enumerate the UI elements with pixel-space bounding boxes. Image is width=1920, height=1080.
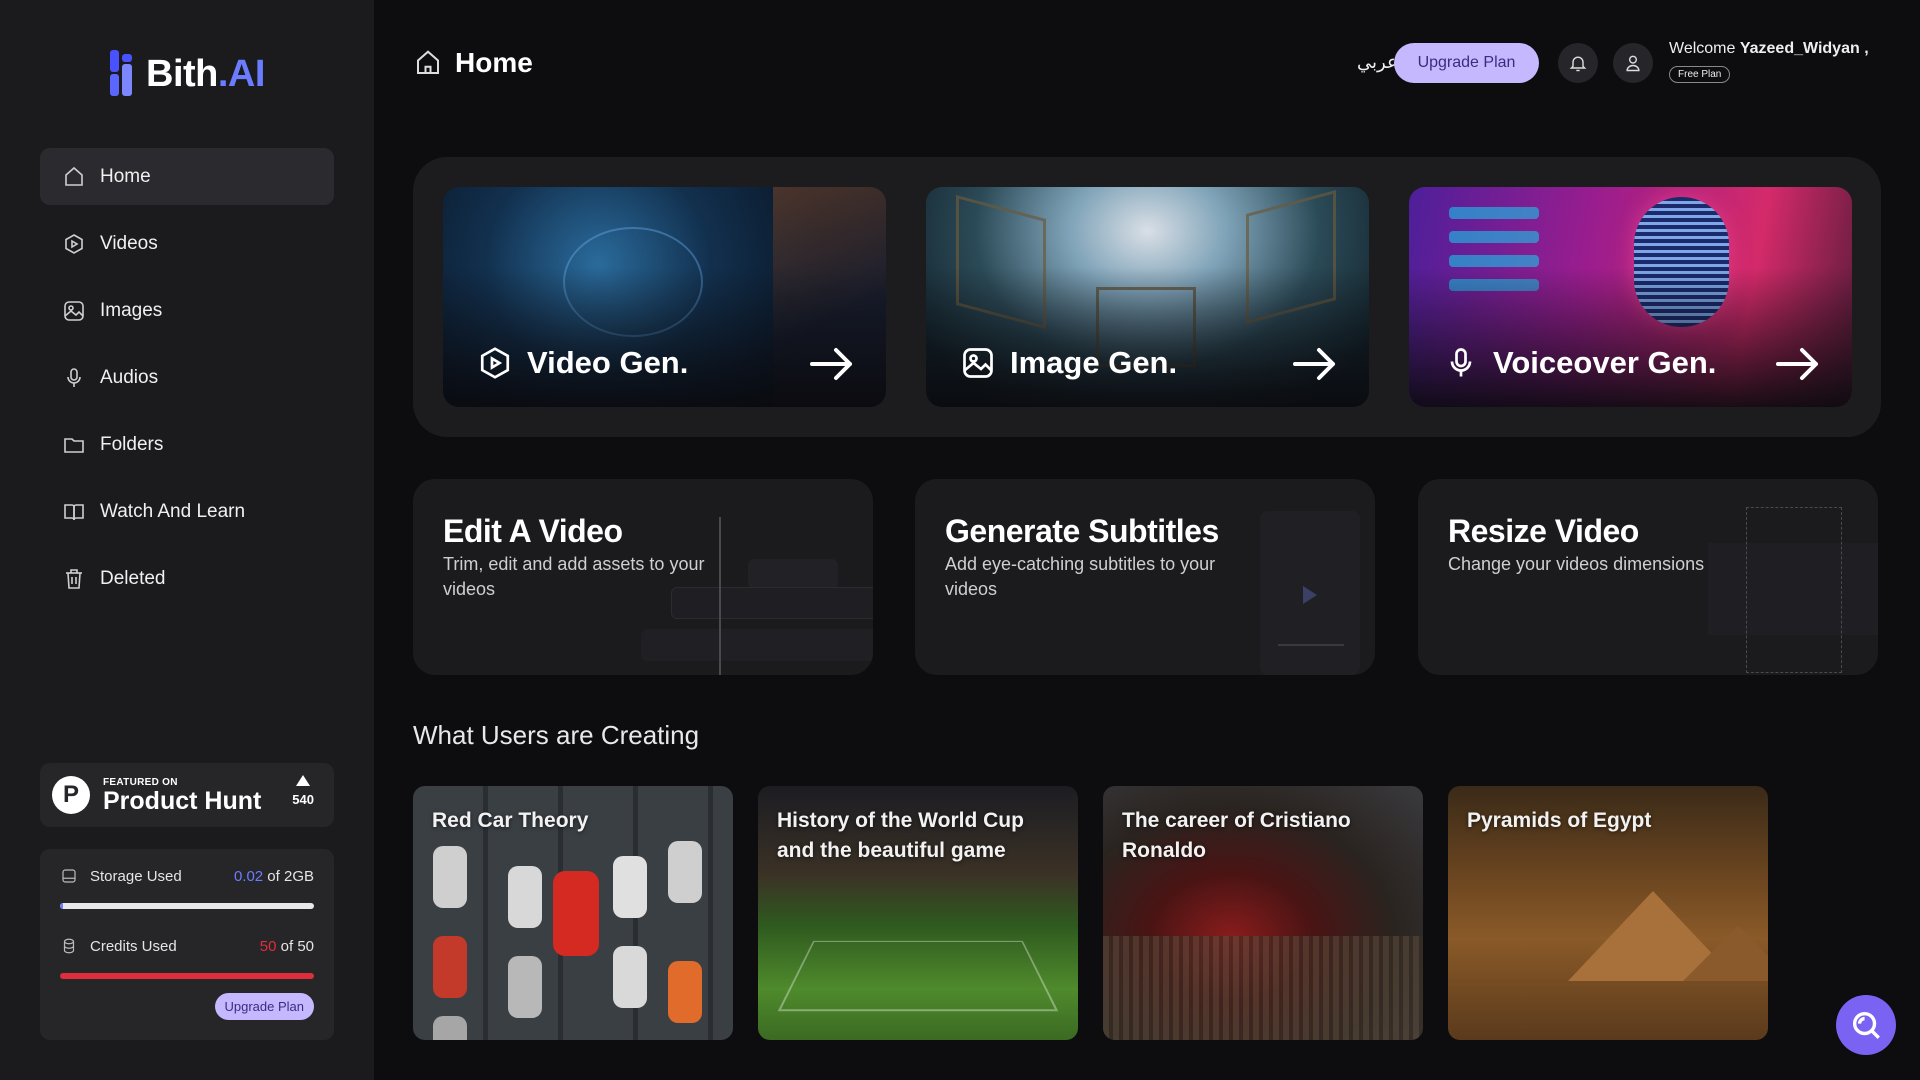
storage-icon bbox=[62, 869, 76, 883]
language-toggle[interactable]: عربي bbox=[1357, 52, 1398, 73]
play-circle-icon bbox=[480, 347, 510, 379]
video-icon bbox=[65, 233, 83, 254]
resize-video-desc: Change your videos dimensions bbox=[1448, 554, 1705, 574]
storage-progress-fill bbox=[60, 903, 63, 909]
sidebar-item-label: Videos bbox=[100, 232, 158, 254]
voiceover-gen-label: Voiceover Gen. bbox=[1443, 345, 1716, 381]
credits-row: Credits Used 50 of 50 bbox=[60, 937, 314, 955]
book-icon bbox=[64, 503, 84, 520]
coins-icon bbox=[63, 938, 75, 954]
profile-button[interactable] bbox=[1613, 43, 1653, 83]
credits-progress-bar bbox=[60, 973, 314, 979]
credits-value: 50 of 50 bbox=[259, 937, 314, 955]
creation-title: Pyramids of Egypt bbox=[1467, 809, 1652, 832]
trash-icon bbox=[66, 568, 82, 589]
arrow-right-icon bbox=[810, 348, 852, 380]
page-title-text: Home bbox=[455, 47, 533, 78]
sidebar-item-label: Watch And Learn bbox=[100, 500, 246, 522]
image-icon bbox=[64, 300, 84, 321]
plan-badge: Free Plan bbox=[1669, 66, 1731, 83]
generate-subtitles-title: Generate Subtitles bbox=[945, 513, 1219, 549]
video-gen-card[interactable]: Video Gen. bbox=[443, 187, 886, 407]
notifications-button[interactable] bbox=[1558, 43, 1598, 83]
folder-icon bbox=[64, 437, 84, 453]
resize-video-title: Resize Video bbox=[1448, 513, 1639, 549]
edit-video-desc: Trim, edit and add assets to your videos bbox=[443, 554, 705, 599]
creation-title: The career of Cristiano Ronaldo bbox=[1122, 809, 1351, 862]
creation-title: Red Car Theory bbox=[432, 809, 589, 832]
timeline-decoration bbox=[748, 559, 838, 589]
generation-panel: Video Gen. Image Gen. Voiceover Gen. bbox=[413, 157, 1881, 437]
credits-progress-fill bbox=[60, 973, 314, 979]
creation-card[interactable]: Pyramids of Egypt bbox=[1448, 786, 1768, 1040]
resize-video-card[interactable]: Resize Video Change your videos dimensio… bbox=[1418, 479, 1878, 675]
generate-subtitles-desc: Add eye-catching subtitles to your video… bbox=[945, 554, 1216, 599]
storage-row: Storage Used 0.02 of 2GB bbox=[60, 867, 314, 885]
sidebar-item-watch-and-learn[interactable]: Watch And Learn bbox=[40, 483, 334, 540]
logo[interactable]: Bith.AI bbox=[108, 50, 265, 98]
edit-video-title: Edit A Video bbox=[443, 513, 623, 549]
sidebar-item-label: Images bbox=[100, 299, 163, 321]
creation-card[interactable]: The career of Cristiano Ronaldo bbox=[1103, 786, 1423, 1040]
generate-subtitles-card[interactable]: Generate Subtitles Add eye-catching subt… bbox=[915, 479, 1375, 675]
video-gen-label: Video Gen. bbox=[477, 345, 688, 381]
home-icon bbox=[65, 166, 83, 186]
image-icon bbox=[963, 348, 993, 378]
product-hunt-logo-icon: P bbox=[52, 776, 90, 814]
creation-card[interactable]: Red Car Theory bbox=[413, 786, 733, 1040]
search-icon bbox=[1852, 1011, 1880, 1039]
header-upgrade-button[interactable]: Upgrade Plan bbox=[1394, 43, 1539, 83]
image-gen-label: Image Gen. bbox=[960, 345, 1177, 381]
product-hunt-vote-count: 540 bbox=[292, 792, 314, 807]
sidebar-item-label: Audios bbox=[100, 366, 159, 388]
app-root: Bith.AI Home Videos Images Audios Folder… bbox=[0, 0, 1920, 1080]
microphone-icon bbox=[1450, 348, 1472, 377]
storage-value: 0.02 of 2GB bbox=[233, 867, 314, 885]
sidebar-item-images[interactable]: Images bbox=[40, 282, 334, 339]
section-title: What Users are Creating bbox=[413, 720, 700, 750]
sidebar-item-label: Deleted bbox=[100, 567, 166, 589]
arrow-right-icon bbox=[1293, 348, 1335, 380]
microphone-icon bbox=[67, 367, 81, 387]
upvote-icon bbox=[296, 775, 311, 786]
sidebar-item-label: Home bbox=[100, 165, 151, 187]
sidebar-item-home[interactable]: Home bbox=[40, 148, 334, 205]
sidebar-item-deleted[interactable]: Deleted bbox=[40, 550, 334, 607]
voiceover-gen-card[interactable]: Voiceover Gen. bbox=[1409, 187, 1852, 407]
username: Yazeed_Widyan , bbox=[1739, 40, 1869, 57]
usage-panel: Storage Used 0.02 of 2GB Credits Used 50… bbox=[40, 849, 334, 1040]
sidebar-item-label: Folders bbox=[100, 433, 164, 455]
sidebar-upgrade-button[interactable]: Upgrade Plan bbox=[214, 993, 314, 1020]
storage-progress-bar bbox=[60, 903, 314, 909]
sidebar-nav: Home Videos Images Audios Folders Watch … bbox=[40, 148, 334, 617]
user-icon bbox=[1626, 55, 1640, 72]
sidebar-item-folders[interactable]: Folders bbox=[40, 416, 334, 473]
sidebar-item-audios[interactable]: Audios bbox=[40, 349, 334, 406]
welcome-text: Welcome Yazeed_Widyan , bbox=[1669, 40, 1869, 57]
product-hunt-votes: 540 bbox=[292, 775, 314, 807]
sidebar-item-videos[interactable]: Videos bbox=[40, 215, 334, 272]
credits-label: Credits Used bbox=[90, 937, 177, 955]
product-hunt-featured-text: FEATURED ON bbox=[103, 776, 178, 788]
search-chat-button[interactable] bbox=[1836, 995, 1896, 1055]
logo-text: Bith.AI bbox=[146, 52, 265, 95]
arrow-right-icon bbox=[1776, 348, 1818, 380]
product-hunt-badge[interactable]: P FEATURED ON Product Hunt 540 bbox=[40, 763, 334, 827]
page-title: Home bbox=[413, 47, 533, 79]
home-icon bbox=[417, 50, 439, 74]
creation-title: History of the World Cup and the beautif… bbox=[777, 809, 1024, 862]
bell-icon bbox=[1569, 56, 1587, 72]
sidebar: Bith.AI Home Videos Images Audios Folder… bbox=[0, 0, 374, 1080]
image-gen-card[interactable]: Image Gen. bbox=[926, 187, 1369, 407]
product-hunt-name: Product Hunt bbox=[103, 786, 262, 815]
logo-mark-icon bbox=[108, 50, 140, 98]
edit-video-card[interactable]: Edit A Video Trim, edit and add assets t… bbox=[413, 479, 873, 675]
storage-label: Storage Used bbox=[90, 867, 182, 885]
creation-card[interactable]: History of the World Cup and the beautif… bbox=[758, 786, 1078, 1040]
resize-frame-decoration bbox=[1746, 507, 1842, 673]
play-icon bbox=[1303, 586, 1317, 604]
